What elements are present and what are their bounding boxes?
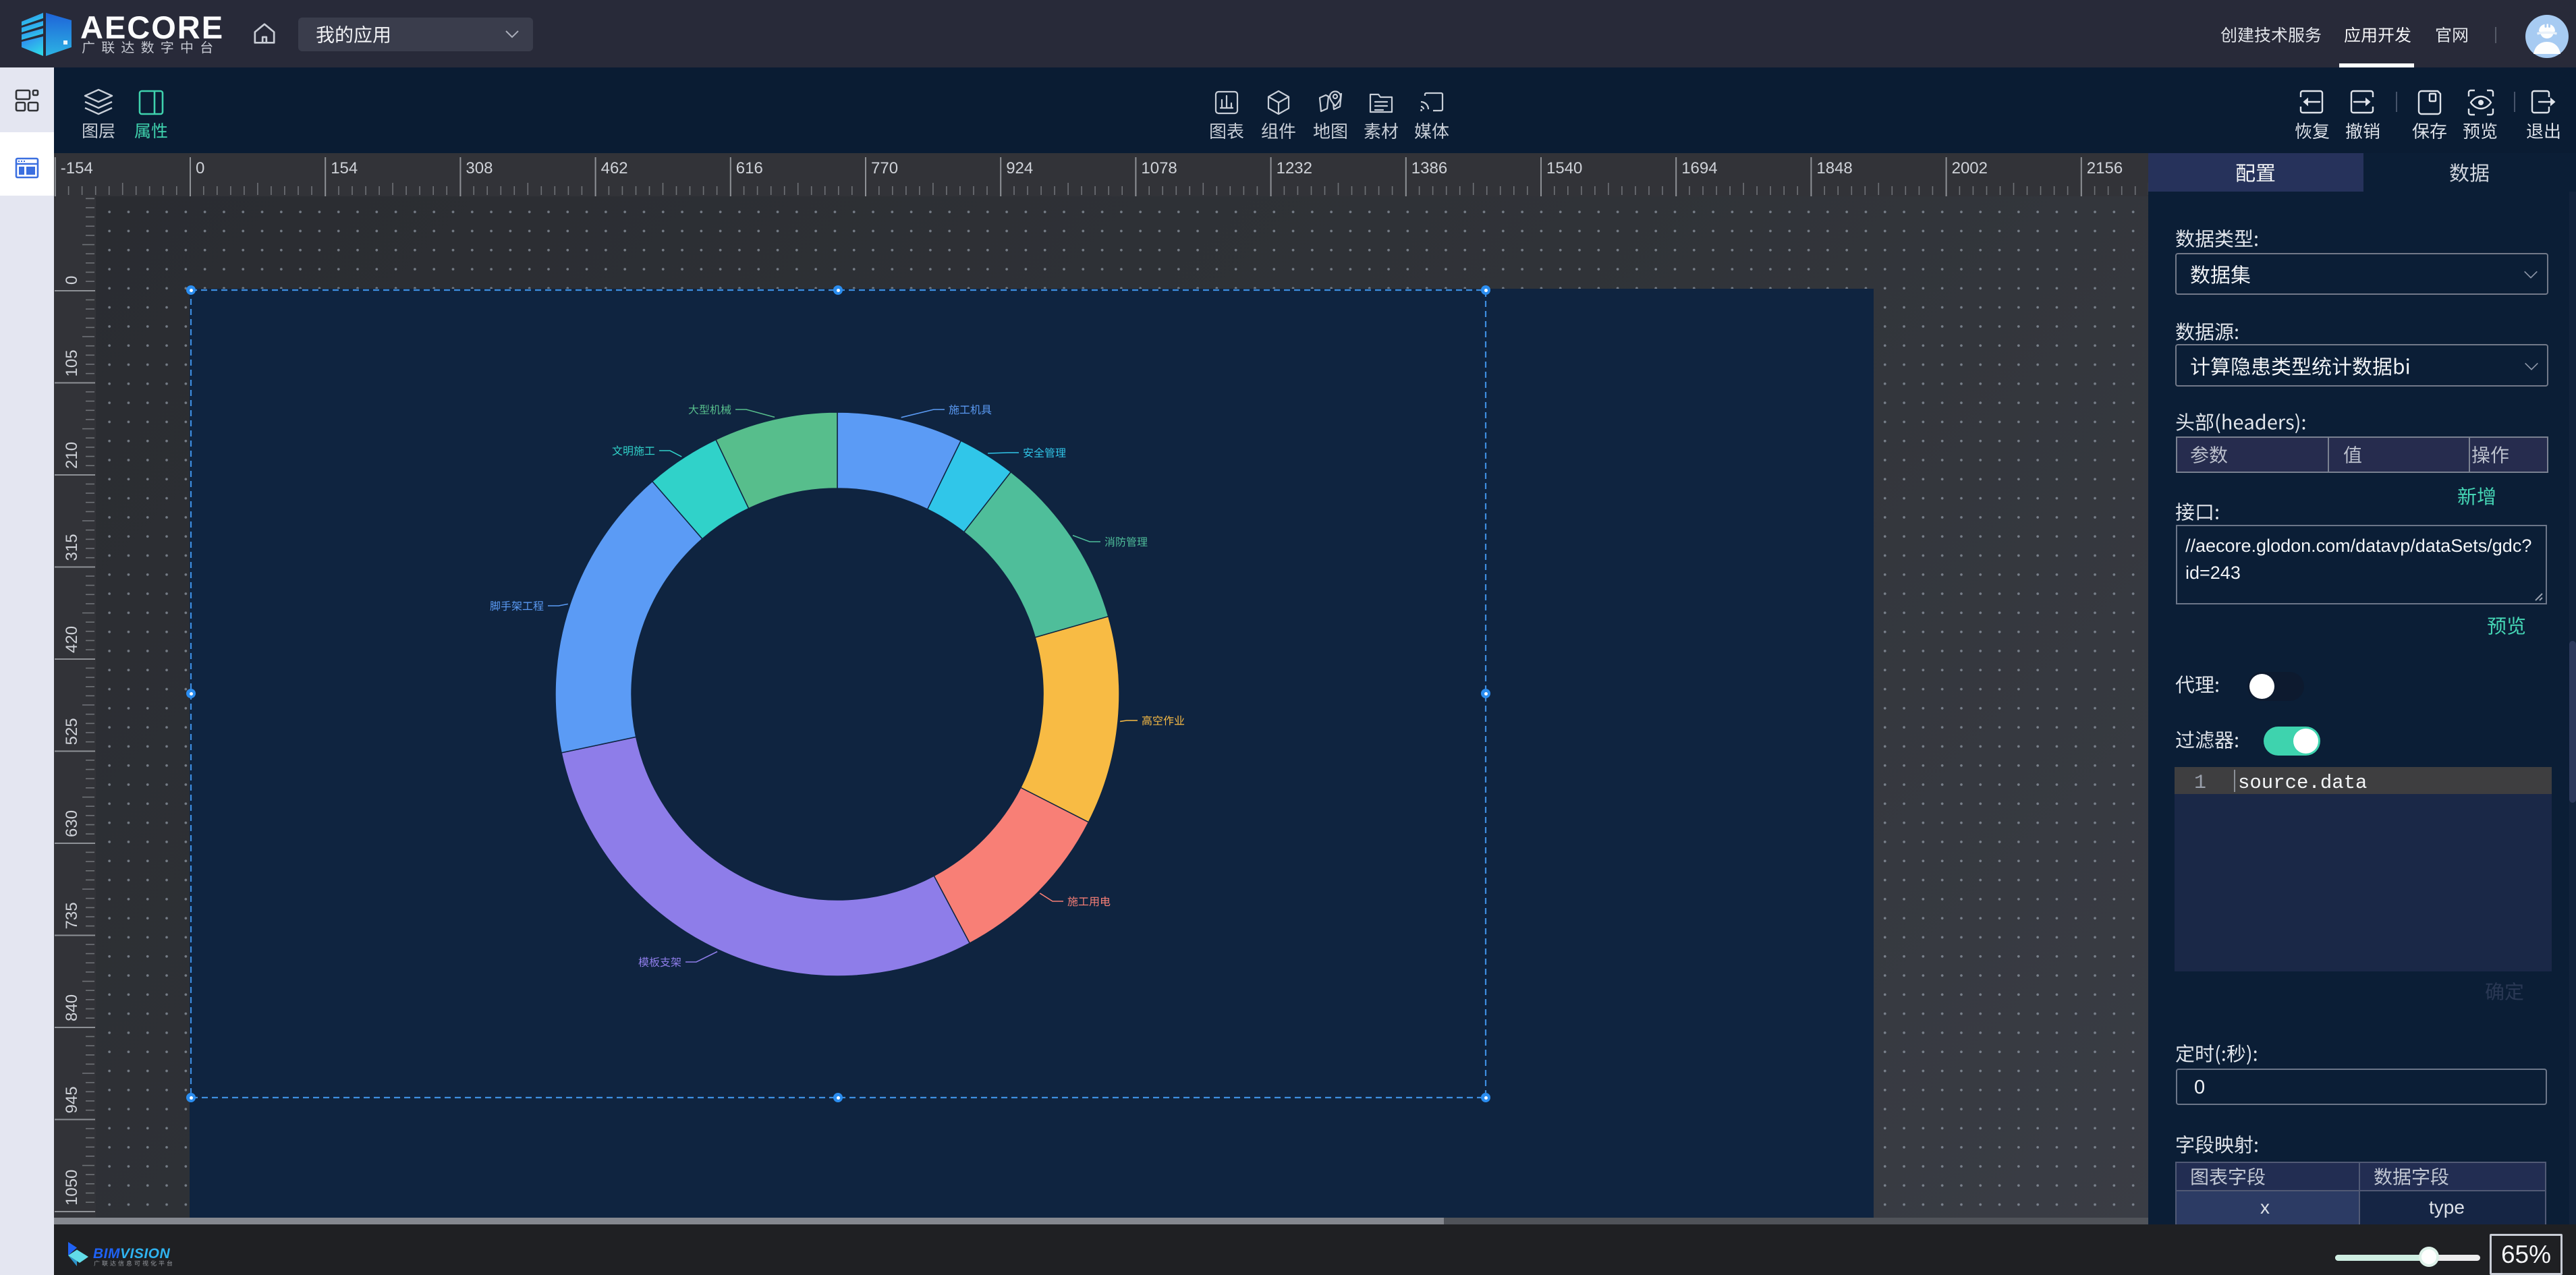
svg-text:1232: 1232 xyxy=(1277,159,1312,177)
svg-text:1848: 1848 xyxy=(1816,159,1852,177)
svg-text:945: 945 xyxy=(63,1086,81,1113)
svg-text:308: 308 xyxy=(466,159,493,177)
svg-text:315: 315 xyxy=(63,534,81,561)
svg-text:616: 616 xyxy=(736,159,763,177)
svg-text:420: 420 xyxy=(63,626,81,653)
svg-text:924: 924 xyxy=(1006,159,1033,177)
svg-text:-154: -154 xyxy=(61,159,93,177)
svg-text:2002: 2002 xyxy=(1952,159,1988,177)
svg-text:525: 525 xyxy=(63,718,81,745)
svg-text:210: 210 xyxy=(63,442,81,469)
svg-text:1694: 1694 xyxy=(1681,159,1717,177)
svg-text:0: 0 xyxy=(63,276,81,285)
svg-text:462: 462 xyxy=(601,159,628,177)
svg-text:630: 630 xyxy=(63,810,81,837)
svg-text:1386: 1386 xyxy=(1411,159,1447,177)
svg-text:105: 105 xyxy=(63,349,81,376)
svg-text:840: 840 xyxy=(63,994,81,1021)
svg-text:770: 770 xyxy=(871,159,898,177)
svg-text:1540: 1540 xyxy=(1546,159,1582,177)
svg-text:2156: 2156 xyxy=(2087,159,2123,177)
svg-text:1050: 1050 xyxy=(63,1170,81,1206)
svg-text:154: 154 xyxy=(331,159,358,177)
svg-text:0: 0 xyxy=(196,159,204,177)
svg-text:1078: 1078 xyxy=(1141,159,1177,177)
svg-text:735: 735 xyxy=(63,902,81,929)
